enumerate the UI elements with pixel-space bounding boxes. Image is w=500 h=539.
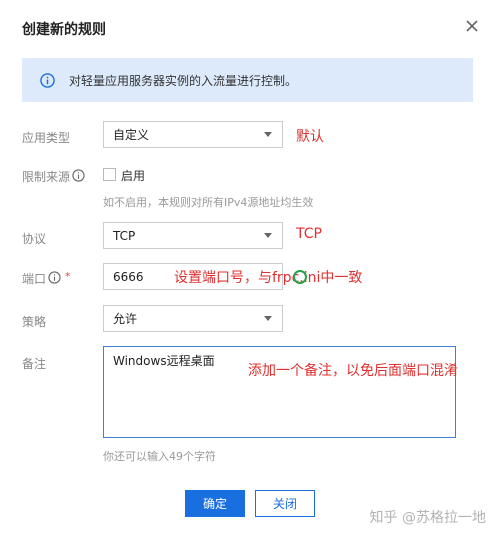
help-icon[interactable] <box>72 169 85 182</box>
protocol-select[interactable]: TCP <box>103 222 283 249</box>
source-limit-checkbox[interactable] <box>103 168 116 181</box>
source-limit-label: 限制来源 <box>22 170 71 184</box>
required-mark: * <box>65 270 71 283</box>
help-icon[interactable] <box>48 271 61 284</box>
protocol-label: 协议 <box>22 232 47 246</box>
app-type-label: 应用类型 <box>22 131 71 145</box>
app-type-value: 自定义 <box>113 128 150 142</box>
annotation-protocol: TCP <box>296 226 322 242</box>
policy-label: 策略 <box>22 315 47 329</box>
watermark: 知乎 @苏格拉一地 <box>369 510 486 526</box>
remark-hint: 你还可以输入49个字符 <box>103 450 216 463</box>
annotation-remark: 添加一个备注，以免后面端口混淆 <box>248 363 458 379</box>
chevron-down-icon <box>264 132 272 137</box>
protocol-value: TCP <box>113 228 136 243</box>
policy-value: 允许 <box>113 312 138 326</box>
info-banner: 对轻量应用服务器实例的入流量进行控制。 <box>22 58 473 102</box>
highlight-circle <box>293 270 307 284</box>
chevron-down-icon <box>264 233 272 238</box>
confirm-button[interactable]: 确定 <box>185 490 245 517</box>
remark-value: Windows远程桌面 <box>113 354 215 368</box>
annotation-port: 设置端口号，与frpc.ini中一致 <box>174 270 363 286</box>
port-value: 6666 <box>113 269 144 284</box>
policy-select[interactable]: 允许 <box>103 305 283 332</box>
info-icon <box>40 72 55 88</box>
annotation-app-type: 默认 <box>296 129 324 145</box>
chevron-down-icon <box>264 316 272 321</box>
remark-label: 备注 <box>22 357 47 371</box>
app-type-select[interactable]: 自定义 <box>103 121 283 148</box>
source-limit-hint: 如不启用，本规则对所有IPv4源地址均生效 <box>103 196 314 209</box>
info-text: 对轻量应用服务器实例的入流量进行控制。 <box>69 73 298 88</box>
source-limit-checkbox-label[interactable]: 启用 <box>121 167 145 184</box>
close-icon[interactable] <box>462 16 482 36</box>
close-button[interactable]: 关闭 <box>255 490 315 517</box>
port-label: 端口 <box>22 272 47 286</box>
dialog-title: 创建新的规则 <box>22 22 106 38</box>
